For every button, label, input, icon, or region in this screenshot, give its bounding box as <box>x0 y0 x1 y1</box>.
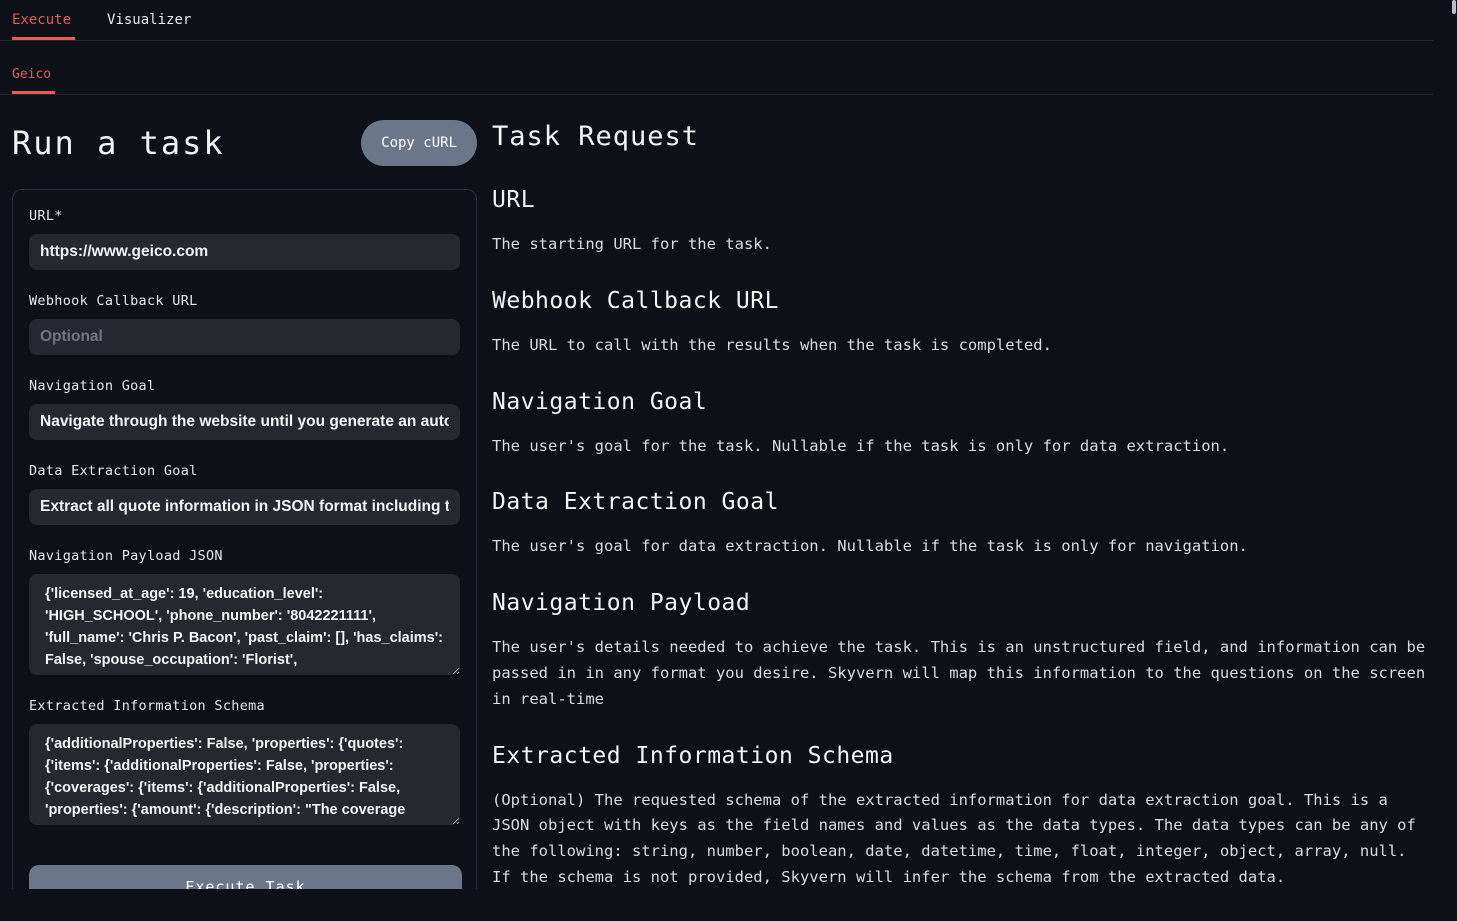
primary-tabbar: Execute Visualizer <box>0 0 1433 41</box>
webhook-label: Webhook Callback URL <box>29 293 460 309</box>
field-navigation-goal: Navigation Goal <box>29 378 460 440</box>
tab-execute[interactable]: Execute <box>12 12 71 40</box>
docs-title: Task Request <box>492 121 1433 152</box>
task-request-docs: Task Request URL The starting URL for th… <box>492 95 1433 921</box>
extracted-schema-label: Extracted Information Schema <box>29 698 460 714</box>
secondary-tabbar: Geico <box>0 41 1433 95</box>
page: Execute Visualizer Geico Run a task Copy… <box>0 0 1433 921</box>
field-url: URL* <box>29 208 460 270</box>
navigation-payload-textarea[interactable]: {'licensed_at_age': 19, 'education_level… <box>29 574 460 675</box>
extracted-schema-textarea[interactable]: {'additionalProperties': False, 'propert… <box>29 724 460 825</box>
navigation-goal-input[interactable] <box>29 404 460 440</box>
doc-section-navigation-goal: Navigation Goal The user's goal for the … <box>492 389 1433 460</box>
doc-body-webhook: The URL to call with the results when th… <box>492 333 1433 359</box>
doc-heading-url: URL <box>492 187 1433 213</box>
task-form-card: URL* Webhook Callback URL Navigation Goa… <box>12 189 477 889</box>
doc-body-navigation-goal: The user's goal for the task. Nullable i… <box>492 434 1433 460</box>
doc-section-navigation-payload: Navigation Payload The user's details ne… <box>492 590 1433 712</box>
field-extracted-schema: Extracted Information Schema {'additiona… <box>29 698 460 825</box>
doc-body-navigation-payload: The user's details needed to achieve the… <box>492 635 1433 712</box>
copy-curl-button[interactable]: Copy cURL <box>361 120 477 166</box>
doc-body-extracted-schema: (Optional) The requested schema of the e… <box>492 788 1433 891</box>
navigation-goal-label: Navigation Goal <box>29 378 460 394</box>
doc-section-url: URL The starting URL for the task. <box>492 187 1433 258</box>
doc-heading-navigation-payload: Navigation Payload <box>492 590 1433 616</box>
tab-geico[interactable]: Geico <box>12 67 51 94</box>
page-title: Run a task <box>12 124 225 162</box>
data-extraction-goal-input[interactable] <box>29 489 460 525</box>
doc-section-webhook: Webhook Callback URL The URL to call wit… <box>492 288 1433 359</box>
doc-heading-extracted-schema: Extracted Information Schema <box>492 743 1433 769</box>
webhook-input[interactable] <box>29 319 460 355</box>
tab-visualizer[interactable]: Visualizer <box>107 12 191 40</box>
field-data-extraction-goal: Data Extraction Goal <box>29 463 460 525</box>
navigation-payload-label: Navigation Payload JSON <box>29 548 460 564</box>
doc-heading-webhook: Webhook Callback URL <box>492 288 1433 314</box>
doc-heading-navigation-goal: Navigation Goal <box>492 389 1433 415</box>
doc-heading-data-extraction-goal: Data Extraction Goal <box>492 489 1433 515</box>
doc-body-url: The starting URL for the task. <box>492 232 1433 258</box>
field-navigation-payload: Navigation Payload JSON {'licensed_at_ag… <box>29 548 460 675</box>
vertical-scrollbar-thumb[interactable] <box>1452 0 1456 14</box>
execute-task-button[interactable]: Execute Task <box>29 865 462 889</box>
doc-section-data-extraction-goal: Data Extraction Goal The user's goal for… <box>492 489 1433 560</box>
data-extraction-goal-label: Data Extraction Goal <box>29 463 460 479</box>
doc-section-extracted-schema: Extracted Information Schema (Optional) … <box>492 743 1433 891</box>
url-label: URL* <box>29 208 460 224</box>
task-form-column: Run a task Copy cURL URL* Webhook Callba… <box>12 95 477 889</box>
url-input[interactable] <box>29 234 460 270</box>
field-webhook: Webhook Callback URL <box>29 293 460 355</box>
doc-body-data-extraction-goal: The user's goal for data extraction. Nul… <box>492 534 1433 560</box>
